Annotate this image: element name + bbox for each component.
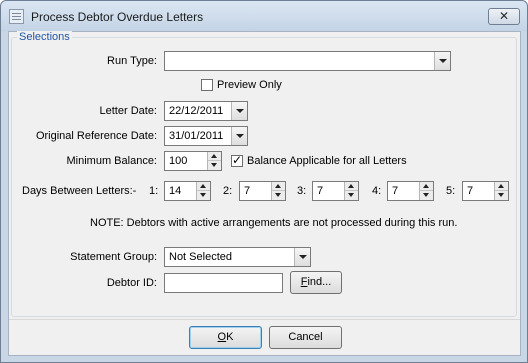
chevron-down-icon[interactable]: [231, 102, 247, 120]
days-between-letters-label: Days Between Letters:-: [22, 185, 137, 197]
original-reference-date-value: 31/01/2011: [169, 130, 224, 142]
day-3-label: 3:: [297, 185, 307, 197]
minimum-balance-label: Minimum Balance:: [66, 155, 157, 167]
day-1-stepper[interactable]: 14: [164, 181, 211, 201]
document-icon: [9, 9, 24, 24]
spin-up-icon[interactable]: [420, 182, 433, 191]
minimum-balance-stepper[interactable]: 100: [164, 151, 222, 171]
letter-date-label: Letter Date:: [99, 105, 157, 117]
selections-group-label: Selections: [17, 31, 72, 44]
day-2-stepper[interactable]: 7: [239, 181, 286, 201]
run-type-dropdown[interactable]: [164, 51, 451, 71]
debtor-id-label: Debtor ID:: [106, 277, 157, 289]
day-3-stepper[interactable]: 7: [312, 181, 359, 201]
original-reference-date-picker[interactable]: 31/01/2011: [164, 126, 248, 146]
dialog-body: Selections Run Type: Preview Only Letter…: [8, 31, 521, 356]
spin-up-icon[interactable]: [208, 152, 221, 161]
day-2-value: 7: [244, 185, 251, 197]
find-button[interactable]: Find...: [290, 271, 342, 294]
day-5-value: 7: [467, 185, 474, 197]
note-text: NOTE: Debtors with active arrangements a…: [90, 217, 458, 229]
minimum-balance-value: 100: [169, 155, 188, 167]
close-button[interactable]: ✕: [488, 8, 520, 25]
button-separator: [9, 319, 520, 320]
spin-down-icon[interactable]: [272, 191, 285, 200]
original-reference-date-label: Original Reference Date:: [35, 130, 157, 142]
spin-down-icon[interactable]: [495, 191, 508, 200]
day-2-label: 2:: [223, 185, 233, 197]
spin-up-icon[interactable]: [272, 182, 285, 191]
preview-only-label: Preview Only: [217, 79, 282, 91]
day-4-stepper[interactable]: 7: [387, 181, 434, 201]
check-icon: ✓: [232, 153, 243, 167]
selections-group: Selections Run Type: Preview Only Letter…: [11, 31, 517, 317]
statement-group-dropdown[interactable]: Not Selected: [164, 247, 311, 267]
dialog-window: Process Debtor Overdue Letters ✕ Selecti…: [0, 0, 528, 363]
run-type-label: Run Type:: [107, 55, 157, 67]
cancel-button[interactable]: Cancel: [269, 326, 342, 349]
day-4-label: 4:: [372, 185, 382, 197]
debtor-id-input[interactable]: [164, 273, 283, 293]
day-1-value: 14: [169, 185, 182, 197]
statement-group-label: Statement Group:: [70, 251, 157, 263]
chevron-down-icon[interactable]: [294, 248, 310, 266]
statement-group-value: Not Selected: [169, 251, 232, 263]
title-bar[interactable]: Process Debtor Overdue Letters ✕: [1, 1, 527, 31]
day-1-label: 1:: [149, 185, 159, 197]
ok-button[interactable]: OK: [189, 326, 262, 349]
spin-down-icon[interactable]: [345, 191, 358, 200]
chevron-down-icon[interactable]: [231, 127, 247, 145]
spin-down-icon[interactable]: [208, 161, 221, 170]
balance-applicable-checkbox[interactable]: ✓: [231, 153, 243, 167]
spin-up-icon[interactable]: [495, 182, 508, 191]
letter-date-value: 22/12/2011: [169, 105, 224, 117]
day-5-label: 5:: [446, 185, 456, 197]
chevron-down-icon[interactable]: [434, 52, 450, 70]
close-icon: ✕: [498, 9, 510, 23]
day-3-value: 7: [317, 185, 324, 197]
day-4-value: 7: [392, 185, 399, 197]
preview-only-checkbox[interactable]: [201, 79, 213, 91]
spin-up-icon[interactable]: [197, 182, 210, 191]
window-title: Process Debtor Overdue Letters: [31, 10, 204, 24]
day-5-stepper[interactable]: 7: [462, 181, 509, 201]
spin-up-icon[interactable]: [345, 182, 358, 191]
spin-down-icon[interactable]: [197, 191, 210, 200]
balance-applicable-label: Balance Applicable for all Letters: [247, 155, 407, 167]
spin-down-icon[interactable]: [420, 191, 433, 200]
letter-date-picker[interactable]: 22/12/2011: [164, 101, 248, 121]
